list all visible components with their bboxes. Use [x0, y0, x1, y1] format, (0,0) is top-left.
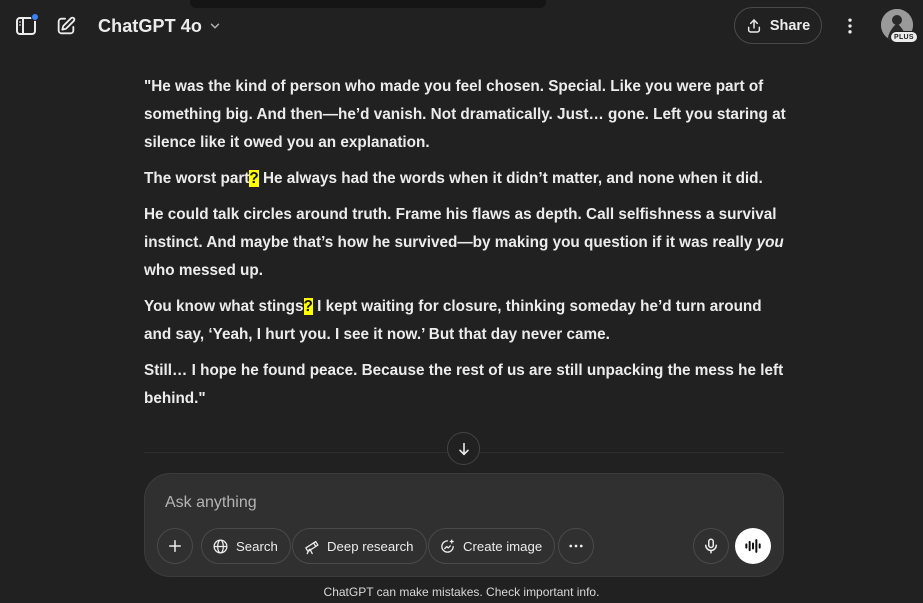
message-paragraph: Still… I hope he found peace. Because th… [144, 362, 784, 407]
telescope-icon [305, 540, 319, 554]
share-icon [747, 18, 760, 33]
top-shadow [190, 0, 546, 8]
plus-icon [169, 540, 181, 552]
create-image-label: Create image [463, 538, 543, 554]
new-chat-button[interactable] [49, 9, 83, 43]
search-label: Search [236, 538, 278, 554]
search-button[interactable]: Search [201, 528, 291, 564]
voice-waveform-icon [745, 539, 761, 553]
create-image-button[interactable]: Create image [428, 528, 556, 564]
composer: Search Deep research Create image [144, 473, 784, 577]
scroll-to-bottom-button[interactable] [447, 432, 480, 465]
deep-research-label: Deep research [327, 538, 414, 554]
top-bar: ChatGPT 4o Share PLUS [0, 0, 923, 52]
highlighted-question-mark: ? [303, 298, 313, 315]
globe-icon [213, 538, 228, 554]
conversation-options-button[interactable] [833, 9, 867, 43]
message-paragraph: You know what stings? I kept waiting for… [144, 298, 762, 343]
vertical-dots-icon [848, 18, 852, 34]
prompt-input[interactable] [165, 490, 745, 516]
message-paragraph: The worst part? He always had the words … [144, 170, 763, 187]
dictate-button[interactable] [693, 528, 729, 564]
compose-icon [57, 16, 76, 35]
message-paragraph: He could talk circles around truth. Fram… [144, 206, 784, 279]
message-paragraph: "He was the kind of person who made you … [144, 78, 786, 151]
attach-button[interactable] [157, 528, 193, 564]
chevron-down-icon [210, 23, 220, 29]
notification-dot [31, 13, 39, 21]
sidebar-toggle-button[interactable] [9, 9, 43, 43]
model-picker[interactable]: ChatGPT 4o [92, 10, 228, 42]
microphone-icon [705, 538, 717, 554]
more-tools-button[interactable] [558, 528, 594, 564]
emphasis: you [756, 234, 784, 251]
horizontal-dots-icon [569, 544, 583, 548]
voice-mode-button[interactable] [735, 528, 771, 564]
assistant-message: "He was the kind of person who made you … [144, 73, 786, 421]
share-label: Share [769, 17, 811, 34]
disclaimer: ChatGPT can make mistakes. Check importa… [323, 585, 600, 599]
arrow-down-icon [458, 442, 469, 455]
image-sparkle-icon [441, 538, 454, 553]
plan-badge: PLUS [890, 31, 918, 43]
model-name: ChatGPT 4o [98, 15, 203, 36]
share-button[interactable]: Share [734, 7, 822, 44]
highlighted-question-mark: ? [249, 170, 259, 187]
deep-research-button[interactable]: Deep research [292, 528, 427, 564]
